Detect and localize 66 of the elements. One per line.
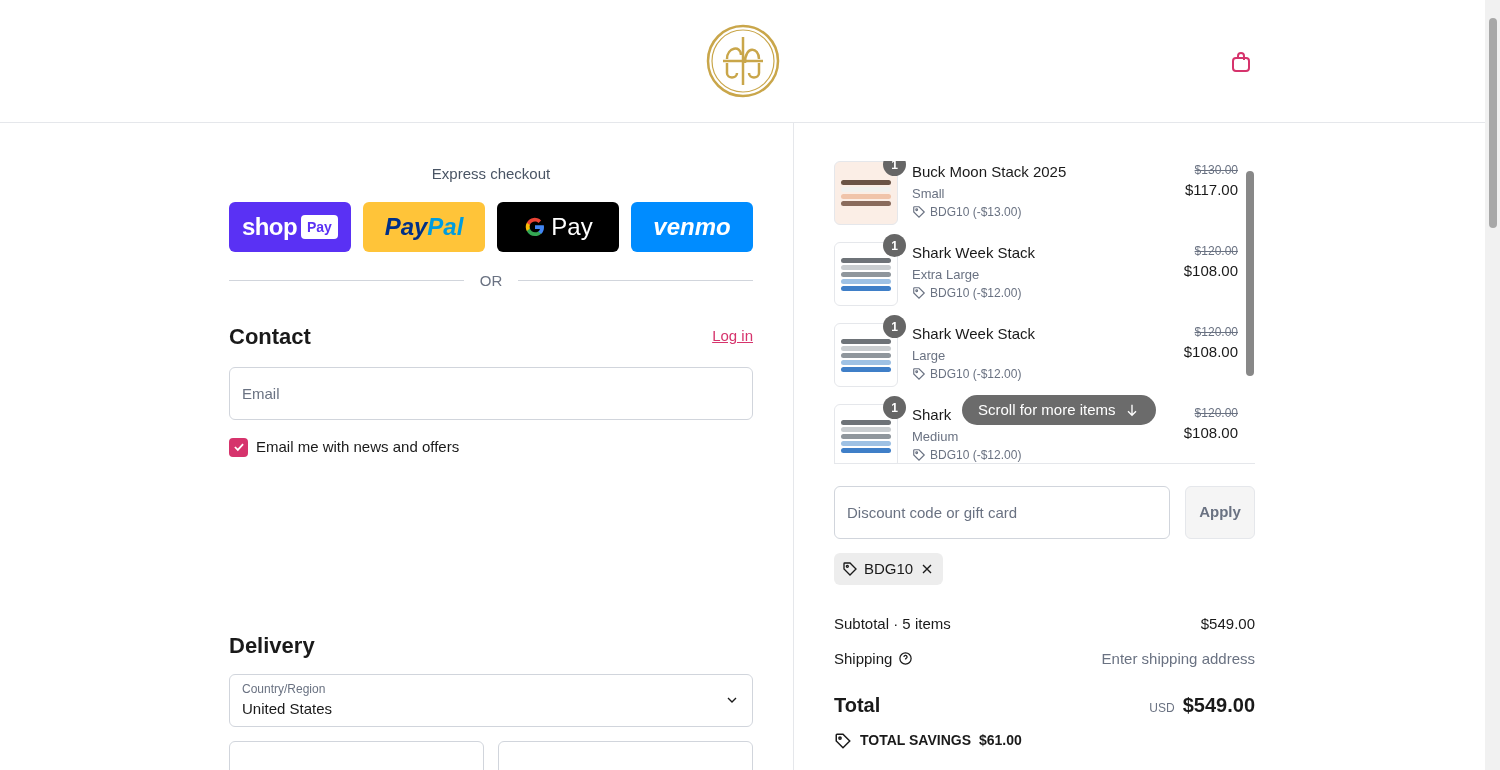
apply-button[interactable]: Apply [1185, 486, 1255, 539]
login-link[interactable]: Log in [712, 325, 753, 348]
quantity-badge: 1 [883, 396, 906, 419]
product-photo [834, 242, 898, 306]
product-title: Buck Moon Stack 2025 [912, 162, 1067, 182]
original-price: $120.00 [1194, 405, 1238, 422]
country-select[interactable]: Country/Region United States [229, 673, 753, 727]
product-photo [834, 161, 898, 225]
google-pay-button[interactable]: Pay [497, 201, 619, 252]
section-heading: Contact [229, 323, 311, 351]
divider-label: OR [479, 270, 503, 291]
field-label: Country/Region [242, 680, 327, 698]
discount-label: BDG10 (-$13.00) [930, 204, 1022, 221]
product-price: $108.00 [1183, 423, 1238, 443]
page-scrollbar[interactable] [1485, 0, 1500, 770]
scroll-hint-pill[interactable]: Scroll for more items [962, 395, 1156, 425]
original-price: $120.00 [1194, 243, 1238, 260]
total-value: $549.00 [1182, 693, 1255, 718]
shop-pay-button[interactable]: shop Pay [229, 201, 351, 252]
paypal-button[interactable]: PayPal [363, 201, 485, 252]
original-price: $120.00 [1194, 324, 1238, 341]
discount-label: BDG10 (-$12.00) [930, 447, 1022, 463]
tag-icon [912, 286, 926, 300]
subtotal-label: Subtotal · 5 items [834, 614, 951, 634]
email-field[interactable]: Email [229, 367, 753, 420]
tag-icon [912, 367, 926, 381]
subtotal-value: $549.00 [1200, 614, 1255, 634]
product-variant: Large [912, 346, 946, 365]
shipping-value: Enter shipping address [1101, 648, 1255, 669]
tag-icon [912, 205, 926, 219]
quantity-badge: 1 [883, 234, 906, 257]
scroll-hint-text: Scroll for more items [978, 399, 1116, 420]
total-label: Total [834, 693, 881, 718]
section-heading: Delivery [229, 631, 316, 660]
tag-icon [912, 448, 926, 462]
discount-label: BDG10 (-$12.00) [930, 366, 1022, 383]
savings-value: $61.00 [979, 731, 1022, 750]
product-price: $108.00 [1183, 261, 1238, 281]
product-price: $108.00 [1183, 342, 1238, 362]
original-price: $130.00 [1194, 162, 1238, 179]
field-value: United States [242, 698, 333, 719]
shipping-label: Shipping [834, 648, 893, 669]
shopping-bag-icon[interactable] [1229, 50, 1253, 74]
product-title: Shark Week Stack [912, 324, 1036, 344]
help-icon[interactable] [898, 651, 914, 667]
quantity-badge: 1 [883, 315, 906, 338]
product-variant: Small [912, 184, 945, 203]
product-variant: Extra Large [912, 265, 980, 284]
venmo-button[interactable]: venmo [631, 201, 753, 252]
product-variant: Medium [912, 427, 959, 446]
discount-label: BDG10 (-$12.00) [930, 285, 1022, 302]
checkbox-label: Email me with news and offers [256, 437, 460, 457]
section-title: Express checkout [431, 164, 551, 184]
savings-label: TOTAL SAVINGS [860, 731, 971, 750]
product-photo [834, 323, 898, 387]
product-title: Shark Week Stack [912, 243, 1036, 263]
discount-field[interactable]: Discount code or gift card [834, 486, 1170, 539]
quantity-badge: 1 [883, 161, 906, 176]
logo-icon [704, 23, 781, 99]
tag-icon [842, 561, 858, 577]
checkbox-icon[interactable] [229, 437, 248, 457]
product-price: $117.00 [1184, 180, 1238, 200]
discount-code: BDG10 [864, 558, 914, 579]
tag-icon [834, 731, 852, 750]
product-title: Shark [912, 405, 952, 425]
currency-code: USD [1149, 700, 1175, 717]
